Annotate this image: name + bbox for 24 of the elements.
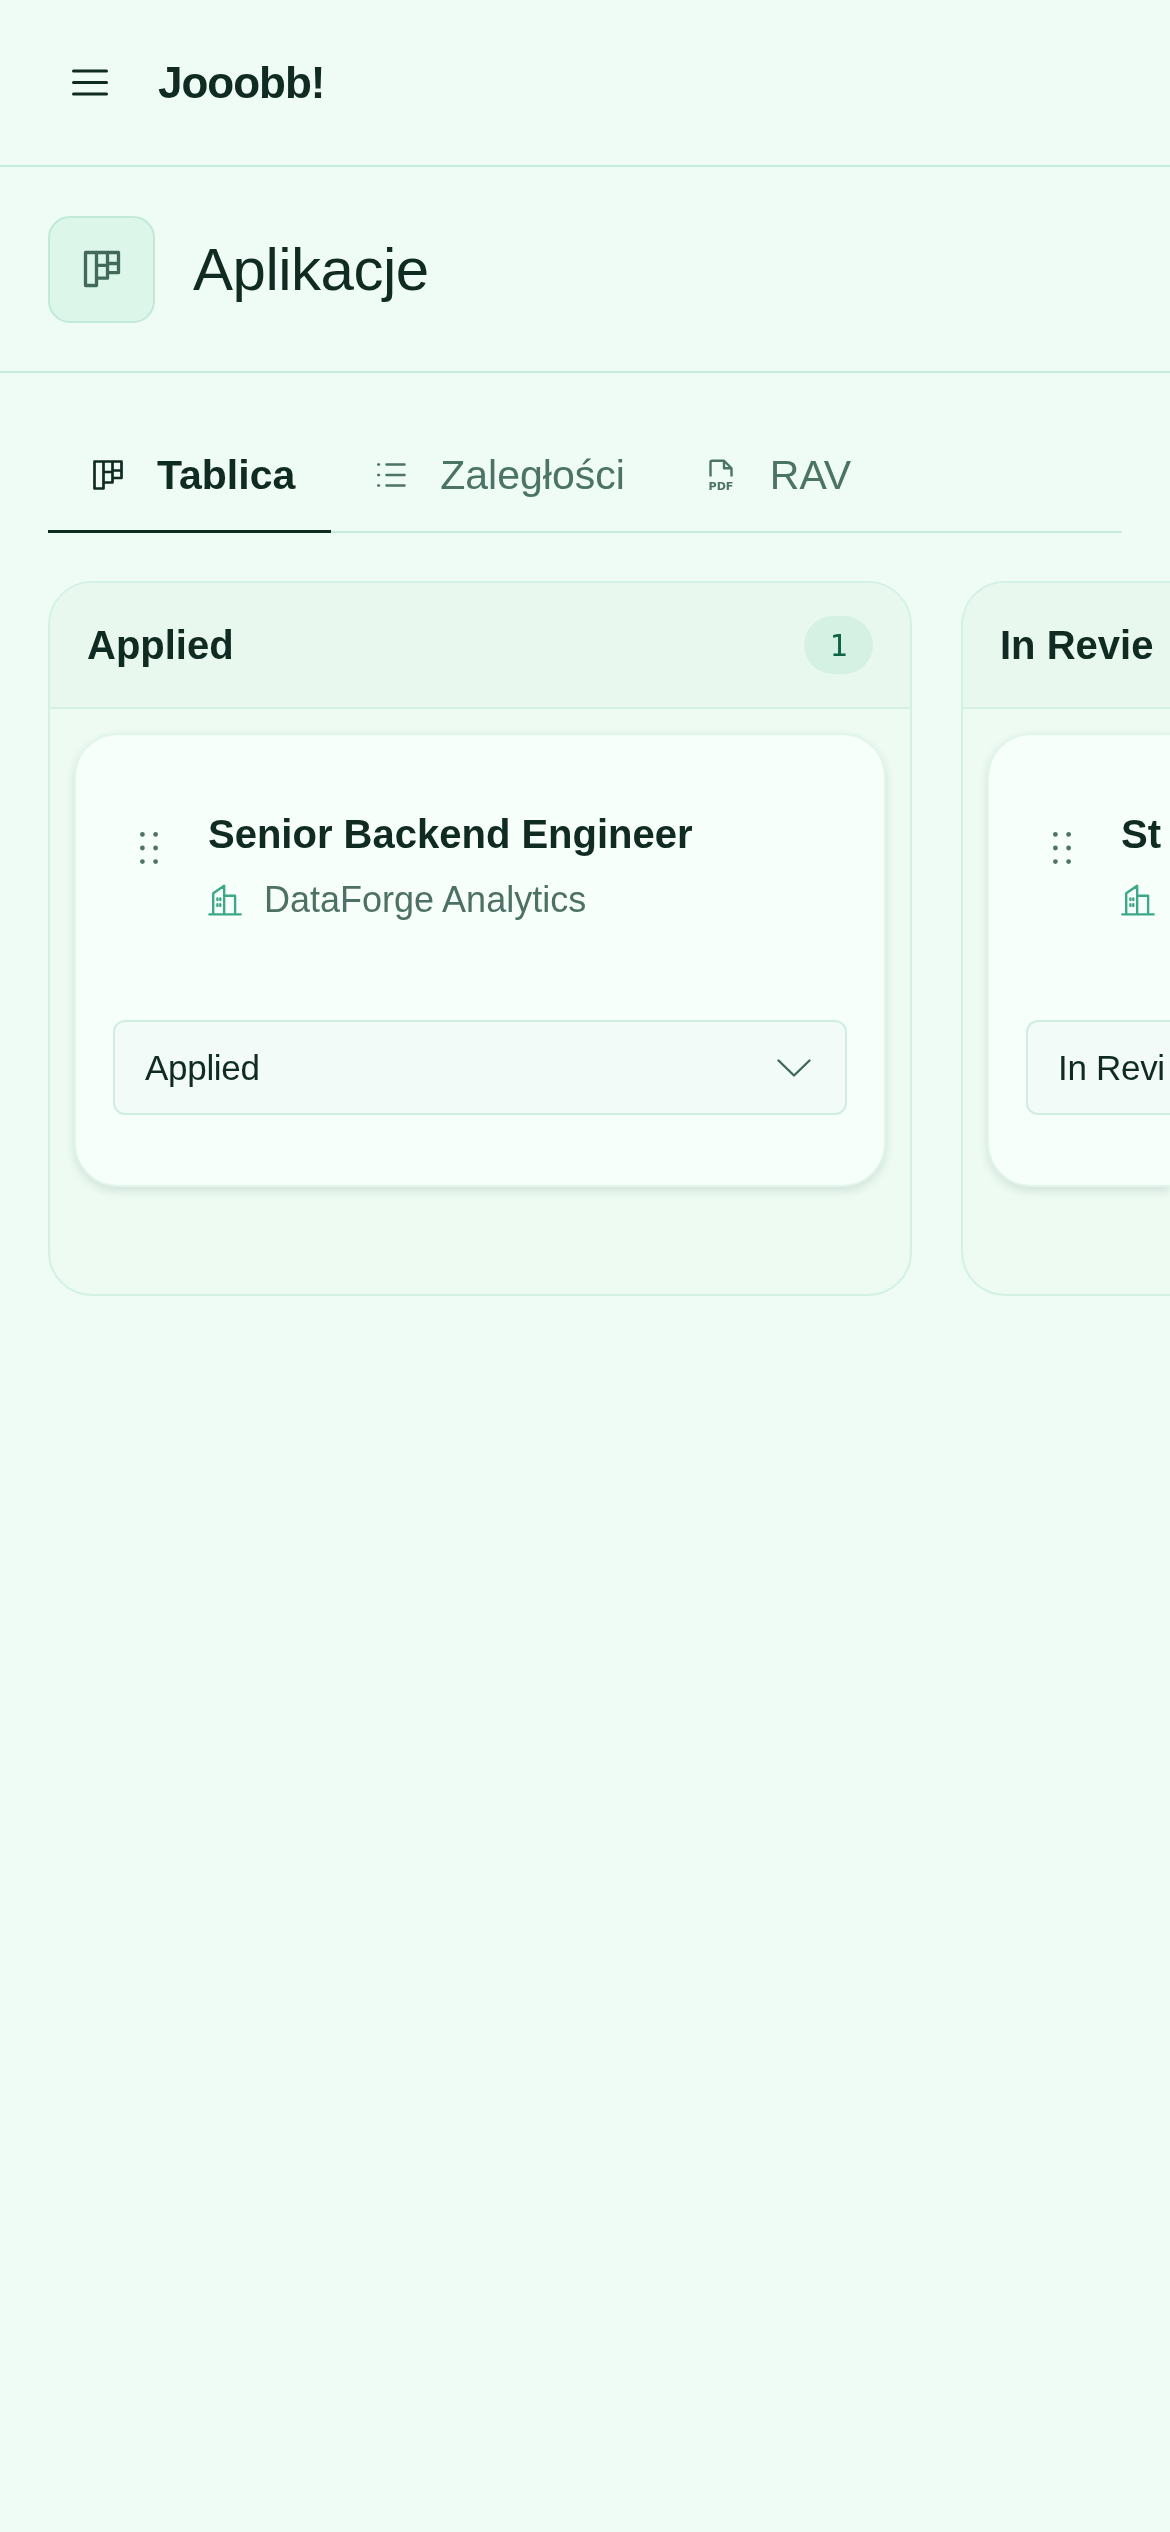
- tab[interactable]: Zaległości: [331, 420, 661, 533]
- board-icon: [48, 215, 155, 323]
- job-title: Senior Backend Engineer: [208, 811, 693, 858]
- app-title: Jooobb!: [158, 57, 325, 108]
- column-title: Applied: [87, 622, 234, 668]
- chevron-down-icon: [777, 1058, 811, 1077]
- drag-handle-icon[interactable]: [1053, 832, 1071, 864]
- job-title: St: [1121, 811, 1161, 858]
- tab[interactable]: PDF RAV: [660, 420, 888, 533]
- board-icon: [90, 457, 126, 493]
- page-title: Aplikacje: [193, 234, 429, 304]
- count-badge: 1: [804, 616, 873, 674]
- building-icon: [1121, 883, 1155, 916]
- building-icon: [208, 883, 242, 916]
- status-select[interactable]: Applied: [113, 1020, 847, 1115]
- tab[interactable]: Tablica: [48, 420, 332, 533]
- job-card[interactable]: St In Revi: [987, 733, 1170, 1187]
- menu-icon: [72, 69, 108, 96]
- company-name: DataForge Analytics: [264, 878, 587, 921]
- status-select[interactable]: In Revi: [1026, 1020, 1170, 1115]
- menu-button[interactable]: [72, 69, 108, 96]
- column-title: In Revie: [1000, 622, 1154, 668]
- job-card[interactable]: Senior Backend Engineer DataForge Analytics Applied: [74, 733, 886, 1187]
- drag-handle-icon[interactable]: [140, 832, 158, 864]
